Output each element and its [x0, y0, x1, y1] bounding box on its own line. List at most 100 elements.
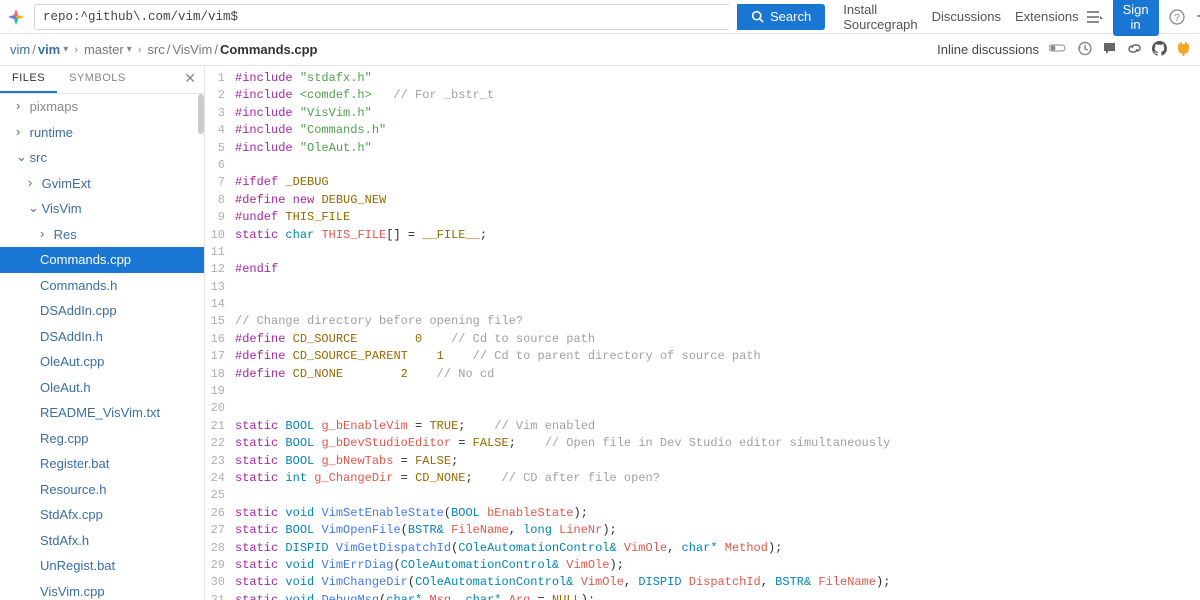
- repo-name[interactable]: vim: [38, 42, 60, 57]
- code-line[interactable]: 27static BOOL VimOpenFile(BSTR& FileName…: [205, 522, 1200, 539]
- sidebar-tabs: FILES SYMBOLS ✕: [0, 66, 204, 94]
- line-number: 10: [205, 227, 235, 244]
- help-icon[interactable]: ?: [1169, 9, 1185, 25]
- line-number: 22: [205, 435, 235, 452]
- close-icon[interactable]: ✕: [176, 66, 204, 93]
- topbar: Search Install Sourcegraph Discussions E…: [0, 0, 1200, 34]
- svg-text:?: ?: [1174, 13, 1180, 24]
- tree-file[interactable]: Reg.cpp: [0, 426, 204, 452]
- code-line[interactable]: 31static void DebugMsg(char* Msg, char* …: [205, 592, 1200, 600]
- scrollbar-thumb[interactable]: [198, 94, 204, 134]
- file-tree[interactable]: pixmaps runtime src GvimExt VisVim ResCo…: [0, 94, 204, 600]
- code-line[interactable]: 30static void VimChangeDir(COleAutomatio…: [205, 574, 1200, 591]
- toggle-icon[interactable]: [1049, 42, 1067, 57]
- tree-file[interactable]: OleAut.cpp: [0, 349, 204, 375]
- path-seg-0[interactable]: src: [147, 42, 164, 57]
- inline-discussions[interactable]: Inline discussions: [937, 42, 1039, 57]
- tree-dir[interactable]: runtime: [0, 120, 204, 146]
- code-line[interactable]: 15// Change directory before opening fil…: [205, 313, 1200, 330]
- tree-dir[interactable]: pixmaps: [0, 94, 204, 120]
- code-line[interactable]: 19: [205, 383, 1200, 400]
- signin-button[interactable]: Sign in: [1113, 0, 1159, 36]
- topbar-right: Sign in ? About: [1087, 0, 1200, 36]
- tree-file[interactable]: Register.bat: [0, 451, 204, 477]
- tree-file[interactable]: README_VisVim.txt: [0, 400, 204, 426]
- code-line[interactable]: 21static BOOL g_bEnableVim = TRUE; // Vi…: [205, 418, 1200, 435]
- tab-symbols[interactable]: SYMBOLS: [57, 66, 138, 93]
- code-content: #define CD_NONE 2 // No cd: [235, 366, 1200, 383]
- nav-extensions[interactable]: Extensions: [1015, 9, 1079, 24]
- line-number: 21: [205, 418, 235, 435]
- code-line[interactable]: 2#include <comdef.h> // For _bstr_t: [205, 87, 1200, 104]
- code-line[interactable]: 13: [205, 279, 1200, 296]
- tree-file[interactable]: StdAfx.cpp: [0, 502, 204, 528]
- code-line[interactable]: 9#undef THIS_FILE: [205, 209, 1200, 226]
- code-line[interactable]: 29static void VimErrDiag(COleAutomationC…: [205, 557, 1200, 574]
- history-icon[interactable]: [1077, 41, 1092, 59]
- line-number: 28: [205, 540, 235, 557]
- code-line[interactable]: 8#define new DEBUG_NEW: [205, 192, 1200, 209]
- repo-owner[interactable]: vim: [10, 42, 30, 57]
- branch-dropdown-icon[interactable]: ▾: [127, 44, 132, 55]
- nav-discussions[interactable]: Discussions: [932, 9, 1001, 24]
- logo-icon[interactable]: [6, 6, 26, 28]
- tree-dir[interactable]: Res: [0, 222, 204, 248]
- code-line[interactable]: 28static DISPID VimGetDispatchId(COleAut…: [205, 540, 1200, 557]
- code-line[interactable]: 1#include "stdafx.h": [205, 70, 1200, 87]
- code-line[interactable]: 5#include "OleAut.h": [205, 140, 1200, 157]
- code-line[interactable]: 17#define CD_SOURCE_PARENT 1 // Cd to pa…: [205, 348, 1200, 365]
- code-area[interactable]: 1#include "stdafx.h"2#include <comdef.h>…: [205, 66, 1200, 600]
- tree-file[interactable]: VisVim.cpp: [0, 579, 204, 600]
- line-number: 7: [205, 174, 235, 191]
- line-number: 26: [205, 505, 235, 522]
- code-line[interactable]: 14: [205, 296, 1200, 313]
- repo-dropdown-icon[interactable]: ▾: [63, 44, 68, 55]
- tree-dir[interactable]: GvimExt: [0, 171, 204, 197]
- code-line[interactable]: 6: [205, 157, 1200, 174]
- code-line[interactable]: 26static void VimSetEnableState(BOOL bEn…: [205, 505, 1200, 522]
- plug-icon[interactable]: [1177, 41, 1190, 59]
- code-line[interactable]: 25: [205, 487, 1200, 504]
- tree-file[interactable]: Commands.h: [0, 273, 204, 299]
- tab-files[interactable]: FILES: [0, 66, 57, 93]
- link-icon[interactable]: [1127, 41, 1142, 59]
- code-line[interactable]: 11: [205, 244, 1200, 261]
- search-input[interactable]: [34, 4, 729, 30]
- code-content: static BOOL g_bNewTabs = FALSE;: [235, 453, 1200, 470]
- path-seg-1[interactable]: VisVim: [172, 42, 212, 57]
- nav-install[interactable]: Install Sourcegraph: [843, 2, 917, 32]
- code-line[interactable]: 22static BOOL g_bDevStudioEditor = FALSE…: [205, 435, 1200, 452]
- code-line[interactable]: 3#include "VisVim.h": [205, 105, 1200, 122]
- code-content: static BOOL g_bDevStudioEditor = FALSE; …: [235, 435, 1200, 452]
- comment-icon[interactable]: [1102, 41, 1117, 59]
- line-number: 30: [205, 574, 235, 591]
- code-line[interactable]: 16#define CD_SOURCE 0 // Cd to source pa…: [205, 331, 1200, 348]
- branch-name[interactable]: master: [84, 42, 124, 57]
- code-content: [235, 279, 1200, 296]
- tree-file[interactable]: DSAddIn.h: [0, 324, 204, 350]
- tree-file[interactable]: OleAut.h: [0, 375, 204, 401]
- search-button[interactable]: Search: [737, 4, 825, 30]
- chevron-right-icon: ›: [74, 44, 78, 56]
- code-line[interactable]: 12#endif: [205, 261, 1200, 278]
- code-line[interactable]: 4#include "Commands.h": [205, 122, 1200, 139]
- sparkle-icon[interactable]: [1195, 9, 1200, 25]
- tree-file[interactable]: DSAddIn.cpp: [0, 298, 204, 324]
- code-line[interactable]: 7#ifdef _DEBUG: [205, 174, 1200, 191]
- line-number: 15: [205, 313, 235, 330]
- tree-file[interactable]: Commands.cpp: [0, 247, 204, 273]
- path-file[interactable]: Commands.cpp: [220, 42, 318, 57]
- code-content: #include "stdafx.h": [235, 70, 1200, 87]
- code-line[interactable]: 23static BOOL g_bNewTabs = FALSE;: [205, 453, 1200, 470]
- code-line[interactable]: 10static char THIS_FILE[] = __FILE__;: [205, 227, 1200, 244]
- tree-file[interactable]: Resource.h: [0, 477, 204, 503]
- code-line[interactable]: 24static int g_ChangeDir = CD_NONE; // C…: [205, 470, 1200, 487]
- tree-dir[interactable]: src: [0, 145, 204, 171]
- tree-dir[interactable]: VisVim: [0, 196, 204, 222]
- tree-file[interactable]: UnRegist.bat: [0, 553, 204, 579]
- github-icon[interactable]: [1152, 41, 1167, 59]
- tree-file[interactable]: StdAfx.h: [0, 528, 204, 554]
- code-line[interactable]: 18#define CD_NONE 2 // No cd: [205, 366, 1200, 383]
- code-line[interactable]: 20: [205, 400, 1200, 417]
- menu-icon[interactable]: [1087, 10, 1103, 24]
